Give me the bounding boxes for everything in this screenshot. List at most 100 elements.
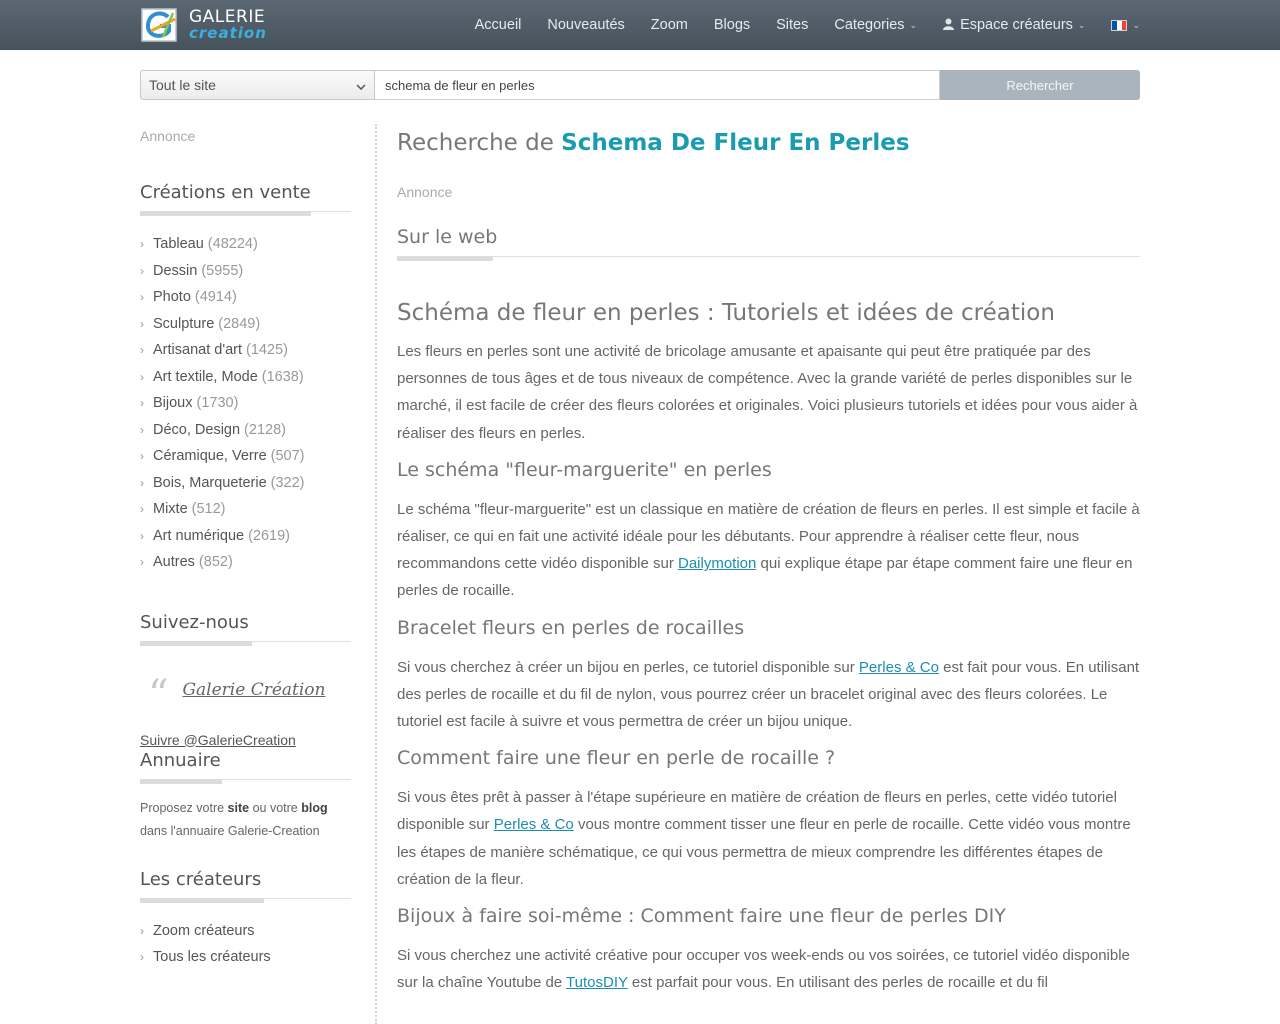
category-item[interactable]: › Déco, Design (2128) [140, 417, 351, 444]
category-item[interactable]: › Mixte (512) [140, 496, 351, 523]
article-paragraph: Si vous cherchez une activité créative p… [397, 942, 1140, 996]
chevron-right-icon: › [140, 237, 144, 252]
tutosdiy-link[interactable]: TutosDIY [566, 974, 628, 991]
nav-item-accueil[interactable]: Accueil [475, 17, 522, 33]
language-selector[interactable]: ⌄ [1111, 19, 1140, 31]
dailymotion-link[interactable]: Dailymotion [678, 555, 756, 572]
category-count: (4914) [194, 289, 237, 306]
category-item[interactable]: › Autres (852) [140, 549, 351, 576]
category-label: Art numérique [153, 527, 245, 544]
widget-rule [140, 897, 351, 904]
chevron-right-icon: › [140, 449, 144, 464]
article-section-title: Le schéma "fleur-marguerite" en perles [397, 458, 772, 481]
page-title-prefix: Recherche de [397, 130, 562, 156]
category-count: (2128) [244, 421, 286, 438]
search-input[interactable]: schema de fleur en perles [375, 70, 940, 100]
widget-title-follow: Suivez-nous [140, 611, 249, 633]
nav-item-blogs[interactable]: Blogs [714, 17, 750, 33]
category-label: Art textile, Mode [153, 368, 258, 385]
annuaire-text-3: dans l'annuaire Galerie-Creation [140, 823, 320, 838]
top-navbar: Galerie creation Accueil Nouveautés Zoom… [0, 0, 1280, 50]
category-label: Bois, Marqueterie [153, 474, 267, 491]
category-label: Photo [153, 289, 191, 306]
category-item[interactable]: › Art numérique (2619) [140, 523, 351, 550]
creators-item-label: Tous les créateurs [153, 949, 271, 966]
sidebar-annonce-label: Annonce [140, 128, 196, 144]
category-item[interactable]: › Bijoux (1730) [140, 390, 351, 417]
creators-item-label: Zoom créateurs [153, 922, 255, 939]
category-count: (1638) [261, 368, 304, 385]
category-label: Tableau [153, 236, 204, 253]
chevron-right-icon: › [140, 369, 144, 384]
logo-text: Galerie creation [189, 9, 267, 41]
nav-item-zoom[interactable]: Zoom [651, 17, 688, 33]
category-item[interactable]: › Sculpture (2849) [140, 311, 351, 338]
article-paragraph: Si vous êtes prêt à passer à l'étape sup… [397, 784, 1140, 893]
article-intro: Les fleurs en perles sont une activité d… [397, 343, 1138, 442]
site-logo[interactable]: Galerie creation [141, 6, 271, 44]
category-count: (48224) [207, 236, 258, 253]
category-item[interactable]: › Céramique, Verre (507) [140, 443, 351, 470]
chevron-right-icon: › [140, 316, 144, 331]
category-label: Autres [153, 554, 195, 571]
chevron-right-icon: › [140, 343, 144, 358]
logo-mark-icon [141, 7, 179, 43]
article-title: Schéma de fleur en perles : Tutoriels et… [397, 300, 1055, 326]
creators-item-all[interactable]: › Tous les créateurs [140, 944, 351, 971]
follow-twitter-link[interactable]: Suivre @GalerieCreation [140, 732, 351, 748]
chevron-right-icon: › [140, 950, 144, 965]
nav-item-nouveautes[interactable]: Nouveautés [547, 17, 624, 33]
creators-list: › Zoom créateurs › Tous les créateurs [140, 918, 351, 971]
chevron-right-icon: › [140, 923, 144, 938]
category-item[interactable]: › Art textile, Mode (1638) [140, 364, 351, 391]
search-bar: Tout le site schema de fleur en perles R… [140, 70, 1140, 100]
nav-item-espace-createurs[interactable]: Espace créateurs ⌄ [943, 17, 1085, 33]
category-count: (852) [198, 554, 233, 571]
chevron-right-icon: › [140, 475, 144, 490]
search-scope-select[interactable]: Tout le site [140, 70, 375, 100]
annuaire-description: Proposez votre site ou votre blog dans l… [140, 797, 351, 843]
chevron-down-icon [356, 77, 366, 93]
article-section-title: Bracelet fleurs en perles de rocailles [397, 616, 745, 639]
annuaire-text-2: ou votre [249, 800, 302, 815]
widget-title-sale: Créations en vente [140, 182, 311, 203]
category-count: (5955) [201, 262, 244, 279]
page-title: Recherche de Schema De Fleur En Perles [397, 130, 1140, 156]
category-item[interactable]: › Dessin (5955) [140, 258, 351, 285]
article-section-title: Comment faire une fleur en perle de roca… [397, 747, 836, 770]
search-scope-value: Tout le site [149, 77, 216, 93]
chevron-down-icon: ⌄ [909, 19, 918, 30]
chevron-right-icon: › [140, 290, 144, 305]
section-rule [397, 256, 1140, 262]
paragraph-text: Si vous cherchez à créer un bijou en per… [397, 658, 859, 676]
perles-co-link[interactable]: Perles & Co [859, 659, 939, 676]
logo-text-bottom: creation [189, 24, 267, 42]
chevron-right-icon: › [140, 263, 144, 278]
annuaire-site-word: site [227, 800, 250, 815]
annuaire-blog-word: blog [301, 800, 328, 815]
chevron-right-icon: › [140, 422, 144, 437]
category-label: Artisanat d'art [153, 342, 243, 359]
nav-creators-label: Espace créateurs [960, 17, 1073, 33]
category-item[interactable]: › Tableau (48224) [140, 231, 351, 258]
creators-item-zoom[interactable]: › Zoom créateurs [140, 918, 351, 945]
search-button[interactable]: Rechercher [940, 70, 1140, 100]
nav-item-sites[interactable]: Sites [776, 17, 808, 33]
perles-co-link[interactable]: Perles & Co [494, 816, 574, 833]
social-quote: “ Galerie Création [140, 671, 351, 718]
nav-item-categories[interactable]: Categories ⌄ [834, 17, 917, 33]
main-nav: Accueil Nouveautés Zoom Blogs Sites Cate… [449, 0, 1140, 50]
widget-rule [140, 778, 351, 785]
category-label: Mixte [153, 501, 188, 518]
chevron-right-icon: › [140, 502, 144, 517]
chevron-right-icon: › [140, 555, 144, 570]
category-item[interactable]: › Bois, Marqueterie (322) [140, 470, 351, 497]
category-item[interactable]: › Photo (4914) [140, 284, 351, 311]
quote-icon: “ [148, 671, 169, 718]
chevron-right-icon: › [140, 396, 144, 411]
chevron-down-icon: ⌄ [1077, 19, 1086, 30]
category-item[interactable]: › Artisanat d'art (1425) [140, 337, 351, 364]
main-content: Recherche de Schema De Fleur En Perles A… [397, 120, 1140, 996]
galerie-creation-link[interactable]: Galerie Création [182, 680, 325, 700]
category-label: Bijoux [153, 395, 193, 412]
